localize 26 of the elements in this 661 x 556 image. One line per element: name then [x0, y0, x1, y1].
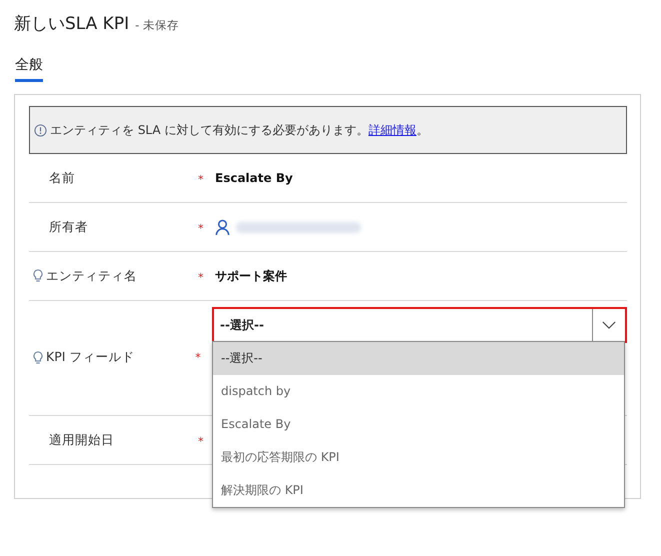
save-status: - 未保存 [135, 18, 179, 33]
required-mark: * [198, 172, 204, 186]
dropdown-option[interactable]: Escalate By [213, 408, 624, 441]
field-value: Escalate By [215, 171, 293, 185]
field-label: 所有者 [49, 218, 88, 236]
tab[interactable]: 全般 [15, 56, 43, 82]
field-label: エンティティ名 [46, 268, 137, 284]
dropdown-option[interactable]: 最初の応答期限の KPI [213, 441, 624, 474]
kpi-dropdown[interactable]: --選択-- [212, 307, 627, 343]
required-mark: * [195, 351, 201, 364]
field-label: 名前 [49, 170, 75, 186]
details-link[interactable]: 詳細情報 [368, 122, 416, 136]
field-label: KPI フィールド [46, 349, 134, 366]
person-icon [215, 218, 230, 236]
dropdown-option[interactable]: dispatch by [213, 375, 624, 408]
field-label: 適用開始日 [49, 432, 114, 448]
required-mark: * [198, 434, 204, 448]
page-title: 新しいSLA KPI [14, 13, 130, 35]
dropdown-option[interactable]: 解決期限の KPI [213, 474, 624, 507]
field-value: サポート案件 [215, 268, 287, 284]
dropdown-option[interactable]: --選択-- [213, 342, 624, 375]
info-icon [34, 124, 47, 136]
chevron-down-icon [602, 320, 616, 330]
notice-text: エンティティを SLA に対して有効にする必要があります。詳細情報。 [50, 122, 428, 138]
required-mark: * [198, 222, 204, 234]
required-mark: * [198, 270, 204, 284]
